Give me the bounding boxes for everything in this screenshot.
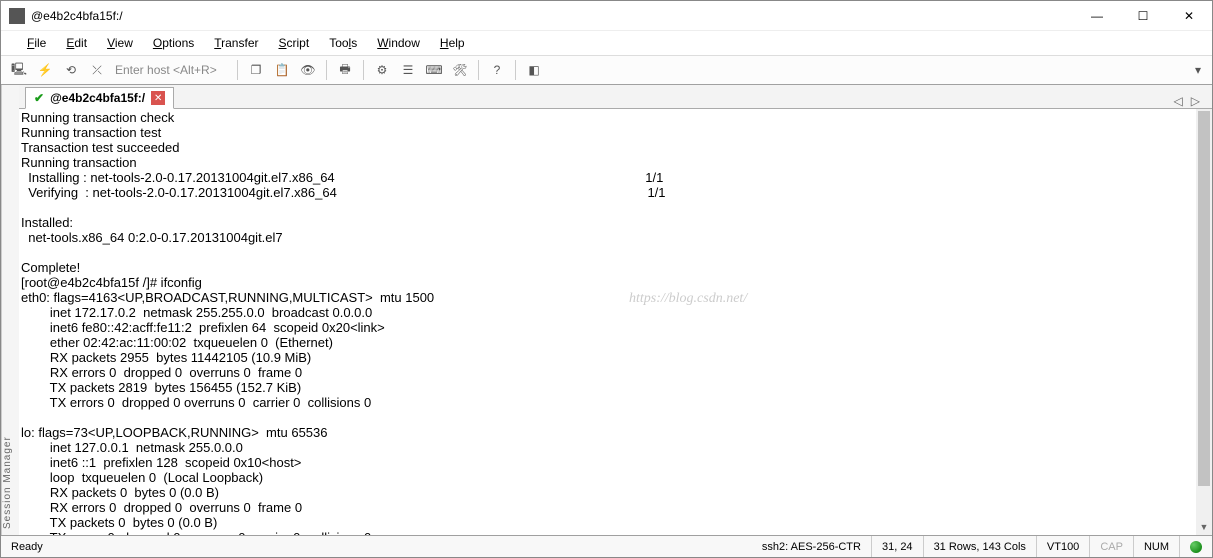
status-size: 31 Rows, 143 Cols	[924, 536, 1037, 557]
menu-transfer[interactable]: Transfer	[206, 34, 266, 52]
tools-icon[interactable]: 🛠	[448, 58, 472, 82]
quick-connect-icon[interactable]: ⚡	[33, 58, 57, 82]
status-num: NUM	[1134, 536, 1180, 557]
status-connection: ssh2: AES-256-CTR	[752, 536, 872, 557]
main-area: ✔ @e4b2c4bfa15f:/ ✕ ◁ ▷ https://blog.csd…	[19, 85, 1212, 535]
status-cursor-pos: 31, 24	[872, 536, 924, 557]
status-term: VT100	[1037, 536, 1090, 557]
paste-icon[interactable]: 📋	[270, 58, 294, 82]
status-cap: CAP	[1090, 536, 1134, 557]
app-icon	[9, 8, 25, 24]
keymap-icon[interactable]: ⌨	[422, 58, 446, 82]
menu-tools[interactable]: Tools	[321, 34, 365, 52]
reconnect-icon[interactable]: ⟲	[59, 58, 83, 82]
tab-prev-icon[interactable]: ◁	[1174, 94, 1183, 108]
extra-icon[interactable]: ◧	[522, 58, 546, 82]
tab-strip: ✔ @e4b2c4bfa15f:/ ✕ ◁ ▷	[19, 85, 1212, 109]
minimize-button[interactable]: —	[1074, 1, 1120, 31]
tab-label: @e4b2c4bfa15f:/	[50, 91, 145, 105]
tab-nav: ◁ ▷	[1174, 94, 1206, 108]
copy-icon[interactable]: ❐	[244, 58, 268, 82]
connected-check-icon: ✔	[34, 91, 44, 105]
toolbar-dropdown-icon[interactable]: ▾	[1190, 63, 1206, 77]
session-options-icon[interactable]: ☰	[396, 58, 420, 82]
menu-window[interactable]: Window	[369, 34, 428, 52]
minimize-icon: —	[1091, 9, 1103, 23]
disconnect-icon[interactable]: ⤫	[85, 58, 109, 82]
status-record	[1180, 536, 1212, 557]
separator	[326, 60, 327, 80]
settings-icon[interactable]: ⚙	[370, 58, 394, 82]
separator	[515, 60, 516, 80]
close-icon: ✕	[1184, 9, 1194, 23]
record-icon	[1190, 541, 1202, 553]
menu-edit[interactable]: Edit	[58, 34, 95, 52]
scroll-down-icon[interactable]: ▼	[1196, 519, 1212, 535]
help-icon[interactable]: ?	[485, 58, 509, 82]
window-title: @e4b2c4bfa15f:/	[31, 9, 1074, 23]
separator	[478, 60, 479, 80]
maximize-button[interactable]: ☐	[1120, 1, 1166, 31]
print-icon[interactable]: 🖶	[333, 58, 357, 82]
menu-options[interactable]: Options	[145, 34, 202, 52]
maximize-icon: ☐	[1138, 9, 1149, 23]
close-button[interactable]: ✕	[1166, 1, 1212, 31]
title-bar: @e4b2c4bfa15f:/ — ☐ ✕	[1, 1, 1212, 31]
menu-view[interactable]: View	[99, 34, 141, 52]
find-icon[interactable]: 👁	[296, 58, 320, 82]
tab-next-icon[interactable]: ▷	[1191, 94, 1200, 108]
separator	[363, 60, 364, 80]
menu-script[interactable]: Script	[271, 34, 318, 52]
status-bar: Ready ssh2: AES-256-CTR 31, 24 31 Rows, …	[1, 535, 1212, 557]
terminal[interactable]: https://blog.csdn.net/ Running transacti…	[19, 109, 1212, 535]
separator	[237, 60, 238, 80]
terminal-output: Running transaction check Running transa…	[21, 111, 1206, 535]
tab-close-button[interactable]: ✕	[151, 91, 165, 105]
connect-icon[interactable]: 🖳	[7, 58, 31, 82]
scrollbar[interactable]: ▲ ▼	[1196, 109, 1212, 535]
scroll-thumb[interactable]	[1198, 111, 1210, 486]
host-input[interactable]: Enter host <Alt+R>	[111, 61, 231, 79]
toolbar: 🖳 ⚡ ⟲ ⤫ Enter host <Alt+R> ❐ 📋 👁 🖶 ⚙ ☰ ⌨…	[1, 55, 1212, 85]
menu-bar: File Edit View Options Transfer Script T…	[1, 31, 1212, 55]
status-ready: Ready	[1, 536, 53, 557]
menu-file[interactable]: File	[19, 34, 54, 52]
main-row: Session Manager ✔ @e4b2c4bfa15f:/ ✕ ◁ ▷ …	[1, 85, 1212, 535]
session-tab[interactable]: ✔ @e4b2c4bfa15f:/ ✕	[25, 87, 174, 109]
session-manager-tab[interactable]: Session Manager	[1, 85, 19, 535]
menu-help[interactable]: Help	[432, 34, 473, 52]
